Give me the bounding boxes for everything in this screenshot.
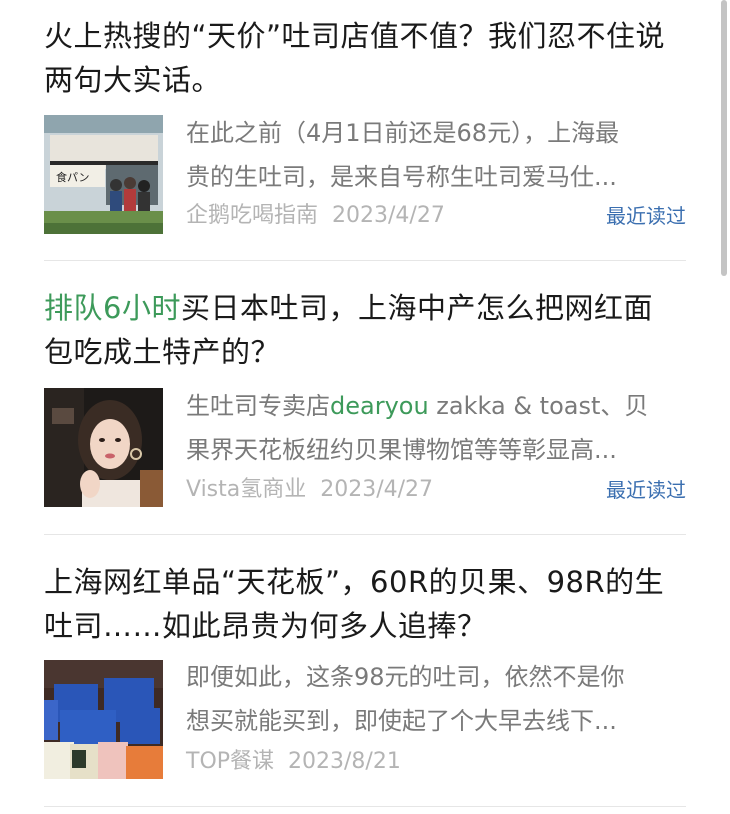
search-results-page: 火上热搜的“天价”吐司店值不值？我们忍不住说 两句大实话。 食パン 在此之前（4… bbox=[0, 0, 730, 814]
article-meta: 企鹅吃喝指南 2023/4/27 bbox=[186, 201, 445, 231]
article-excerpt: 在此之前（4月1日前还是68元），上海最 贵的生吐司，是来自号称生吐司爱马仕..… bbox=[186, 111, 686, 199]
svg-text:食パン: 食パン bbox=[56, 170, 90, 184]
article-title-line1: 上海网红单品“天花板”，60R的贝果、98R的生 bbox=[44, 565, 665, 599]
article-date: 2023/8/21 bbox=[288, 749, 401, 774]
article-thumbnail[interactable]: 食パン bbox=[44, 115, 163, 234]
recently-read-label[interactable]: 最近读过 bbox=[606, 201, 686, 231]
scrollbar[interactable] bbox=[721, 0, 727, 276]
divider bbox=[44, 260, 686, 261]
excerpt-line2: 果界天花板纽约贝果博物馆等等彰显高... bbox=[186, 436, 617, 464]
article-source: Vista氢商业 bbox=[186, 477, 307, 502]
article-excerpt: 即便如此，这条98元的吐司，依然不是你 想买就能买到，即使起了个大早去线下... bbox=[186, 655, 686, 743]
excerpt-line1: 在此之前（4月1日前还是68元），上海最 bbox=[186, 119, 620, 147]
article-title-line2: 吐司……如此昂贵为何多人追捧？ bbox=[44, 609, 487, 643]
excerpt-line2: 贵的生吐司，是来自号称生吐司爱马仕... bbox=[186, 163, 617, 191]
article-title[interactable]: 火上热搜的“天价”吐司店值不值？我们忍不住说 两句大实话。 bbox=[44, 14, 694, 102]
article-title[interactable]: 上海网红单品“天花板”，60R的贝果、98R的生 吐司……如此昂贵为何多人追捧？ bbox=[44, 560, 694, 648]
article-source: TOP餐谋 bbox=[186, 749, 275, 774]
article-meta: Vista氢商业 2023/4/27 bbox=[186, 475, 433, 505]
article-thumbnail[interactable] bbox=[44, 388, 163, 507]
article-date: 2023/4/27 bbox=[332, 203, 445, 228]
excerpt-highlight: dearyou bbox=[330, 392, 429, 420]
excerpt-line1-rest: zakka & toast、贝 bbox=[428, 392, 649, 420]
article-excerpt: 生吐司专卖店dearyou zakka & toast、贝 果界天花板纽约贝果博… bbox=[186, 384, 686, 472]
article-title-line2: 包吃成土特产的？ bbox=[44, 335, 281, 369]
excerpt-line2: 想买就能买到，即使起了个大早去线下... bbox=[186, 707, 617, 735]
excerpt-line1: 生吐司专卖店 bbox=[186, 392, 330, 420]
excerpt-line1: 即便如此，这条98元的吐司，依然不是你 bbox=[186, 663, 625, 691]
recently-read-label[interactable]: 最近读过 bbox=[606, 475, 686, 505]
divider bbox=[44, 806, 686, 807]
article-title-line1: 买日本吐司，上海中产怎么把网红面 bbox=[180, 291, 653, 325]
article-title-highlight: 排队6小时 bbox=[44, 291, 181, 325]
article-thumbnail[interactable] bbox=[44, 660, 163, 779]
divider bbox=[44, 534, 686, 535]
article-title[interactable]: 排队6小时买日本吐司，上海中产怎么把网红面 包吃成土特产的？ bbox=[44, 286, 694, 374]
article-meta: TOP餐谋 2023/8/21 bbox=[186, 747, 401, 777]
article-title-line1: 火上热搜的“天价”吐司店值不值？我们忍不住说 bbox=[44, 19, 666, 53]
article-date: 2023/4/27 bbox=[320, 477, 434, 502]
article-source: 企鹅吃喝指南 bbox=[186, 203, 319, 228]
article-title-line2: 两句大实话。 bbox=[44, 63, 222, 97]
